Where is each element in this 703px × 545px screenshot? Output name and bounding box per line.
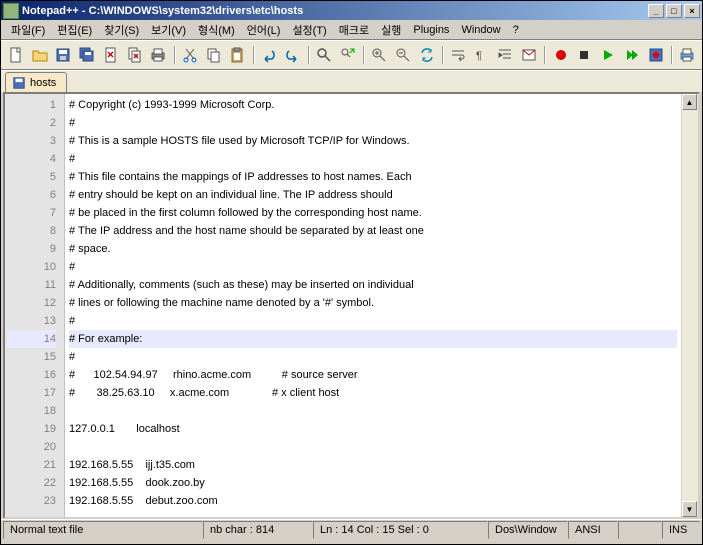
scroll-up-icon[interactable]: ▲: [682, 94, 697, 110]
menu-search[interactable]: 찾기(S): [98, 20, 145, 40]
menu-settings[interactable]: 설정(T): [286, 20, 332, 40]
tab-label: hosts: [30, 77, 56, 89]
closeall-icon[interactable]: [124, 44, 146, 67]
vertical-scrollbar[interactable]: ▲ ▼: [681, 94, 698, 517]
status-position: Ln : 14 Col : 15 Sel : 0: [313, 521, 488, 539]
menu-file[interactable]: 파일(F): [5, 20, 51, 40]
menu-view[interactable]: 보기(V): [145, 20, 192, 40]
tab-hosts[interactable]: hosts: [5, 72, 67, 93]
close-button[interactable]: ×: [684, 4, 700, 18]
status-spacer: [618, 521, 662, 539]
save-icon[interactable]: [53, 44, 75, 67]
allchars-icon[interactable]: ¶: [471, 44, 493, 67]
code-area[interactable]: # Copyright (c) 1993-1999 Microsoft Corp…: [65, 94, 681, 517]
menu-window[interactable]: Window: [455, 22, 506, 38]
find-icon[interactable]: [313, 44, 335, 67]
new-icon[interactable]: [5, 44, 27, 67]
zoomout-icon[interactable]: [392, 44, 414, 67]
menu-language[interactable]: 언어(L): [241, 20, 287, 40]
record-start-icon[interactable]: [550, 44, 572, 67]
menu-run[interactable]: 실행: [375, 20, 407, 40]
menu-help[interactable]: ?: [507, 22, 525, 38]
menu-edit[interactable]: 편집(E): [51, 20, 98, 40]
sync-icon[interactable]: [416, 44, 438, 67]
minimize-button[interactable]: _: [648, 4, 664, 18]
app-icon: [3, 3, 19, 19]
file-icon: [12, 76, 26, 90]
status-eol: Dos\Window: [488, 521, 568, 539]
line-number-gutter: 1234567891011121314151617181920212223: [5, 94, 65, 517]
menu-bar: 파일(F) 편집(E) 찾기(S) 보기(V) 형식(M) 언어(L) 설정(T…: [1, 20, 702, 40]
scroll-down-icon[interactable]: ▼: [682, 501, 697, 517]
record-save-icon[interactable]: [645, 44, 667, 67]
status-chars: nb char : 814: [203, 521, 313, 539]
zoomin-icon[interactable]: [368, 44, 390, 67]
open-icon[interactable]: [29, 44, 51, 67]
menu-macro[interactable]: 매크로: [333, 20, 375, 40]
status-encoding: ANSI: [568, 521, 618, 539]
tab-bar: hosts: [1, 70, 702, 92]
play-icon[interactable]: [597, 44, 619, 67]
menu-plugins[interactable]: Plugins: [407, 22, 455, 38]
cut-icon[interactable]: [179, 44, 201, 67]
close-icon[interactable]: [100, 44, 122, 67]
saveall-icon[interactable]: [76, 44, 98, 67]
title-bar: Notepad++ - C:\WINDOWS\system32\drivers\…: [1, 1, 702, 20]
status-mode: INS: [662, 521, 700, 539]
toolbar: ¶: [1, 40, 702, 70]
lang-icon[interactable]: [518, 44, 540, 67]
play-multi-icon[interactable]: [621, 44, 643, 67]
svg-text:¶: ¶: [476, 50, 482, 62]
indent-icon[interactable]: [495, 44, 517, 67]
menu-format[interactable]: 형식(M): [192, 20, 241, 40]
status-bar: Normal text file nb char : 814 Ln : 14 C…: [1, 519, 702, 540]
redo-icon[interactable]: [282, 44, 304, 67]
window-title: Notepad++ - C:\WINDOWS\system32\drivers\…: [22, 5, 646, 17]
printer-icon[interactable]: [676, 44, 698, 67]
copy-icon[interactable]: [203, 44, 225, 67]
paste-icon[interactable]: [226, 44, 248, 67]
record-stop-icon[interactable]: [574, 44, 596, 67]
maximize-button[interactable]: □: [666, 4, 682, 18]
status-filetype: Normal text file: [3, 521, 203, 539]
undo-icon[interactable]: [258, 44, 280, 67]
wrap-icon[interactable]: [447, 44, 469, 67]
editor: 1234567891011121314151617181920212223 # …: [3, 92, 700, 519]
print-icon[interactable]: [148, 44, 170, 67]
replace-icon[interactable]: [337, 44, 359, 67]
